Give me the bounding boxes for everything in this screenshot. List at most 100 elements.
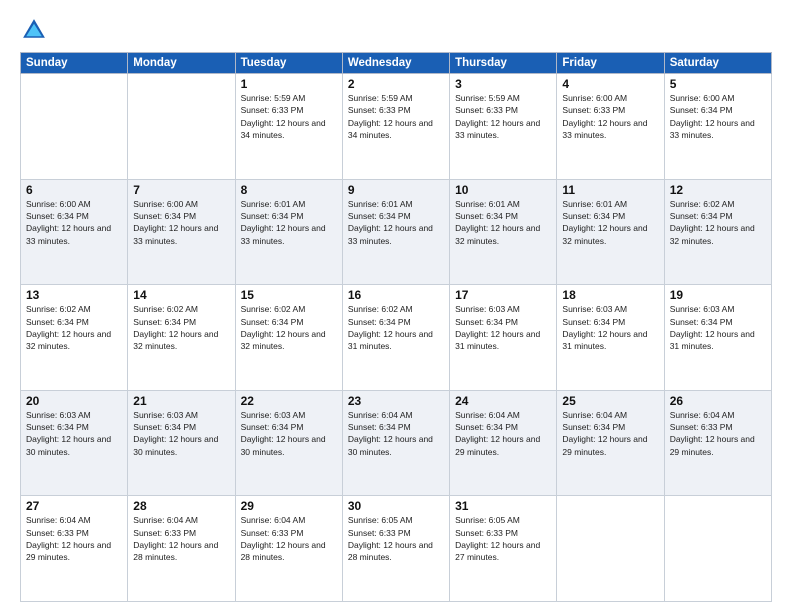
weekday-header: Sunday (21, 53, 128, 74)
day-number: 27 (26, 499, 122, 513)
calendar-cell: 21Sunrise: 6:03 AM Sunset: 6:34 PM Dayli… (128, 390, 235, 496)
calendar-cell: 11Sunrise: 6:01 AM Sunset: 6:34 PM Dayli… (557, 179, 664, 285)
day-number: 14 (133, 288, 229, 302)
day-number: 30 (348, 499, 444, 513)
day-info: Sunrise: 6:04 AM Sunset: 6:33 PM Dayligh… (133, 514, 229, 563)
day-info: Sunrise: 6:00 AM Sunset: 6:34 PM Dayligh… (670, 92, 766, 141)
weekday-header: Wednesday (342, 53, 449, 74)
day-number: 22 (241, 394, 337, 408)
day-number: 15 (241, 288, 337, 302)
calendar-cell: 10Sunrise: 6:01 AM Sunset: 6:34 PM Dayli… (450, 179, 557, 285)
day-info: Sunrise: 6:04 AM Sunset: 6:34 PM Dayligh… (455, 409, 551, 458)
day-info: Sunrise: 6:03 AM Sunset: 6:34 PM Dayligh… (455, 303, 551, 352)
weekday-header: Thursday (450, 53, 557, 74)
day-number: 19 (670, 288, 766, 302)
calendar-cell: 14Sunrise: 6:02 AM Sunset: 6:34 PM Dayli… (128, 285, 235, 391)
calendar-cell: 1Sunrise: 5:59 AM Sunset: 6:33 PM Daylig… (235, 74, 342, 180)
calendar-week-row: 13Sunrise: 6:02 AM Sunset: 6:34 PM Dayli… (21, 285, 772, 391)
weekday-header-row: SundayMondayTuesdayWednesdayThursdayFrid… (21, 53, 772, 74)
day-info: Sunrise: 6:00 AM Sunset: 6:34 PM Dayligh… (26, 198, 122, 247)
day-number: 13 (26, 288, 122, 302)
day-number: 8 (241, 183, 337, 197)
day-info: Sunrise: 6:02 AM Sunset: 6:34 PM Dayligh… (26, 303, 122, 352)
header (20, 16, 772, 44)
calendar-cell: 17Sunrise: 6:03 AM Sunset: 6:34 PM Dayli… (450, 285, 557, 391)
calendar-cell: 7Sunrise: 6:00 AM Sunset: 6:34 PM Daylig… (128, 179, 235, 285)
day-number: 5 (670, 77, 766, 91)
day-number: 3 (455, 77, 551, 91)
calendar-cell: 6Sunrise: 6:00 AM Sunset: 6:34 PM Daylig… (21, 179, 128, 285)
calendar-cell (21, 74, 128, 180)
day-info: Sunrise: 6:04 AM Sunset: 6:34 PM Dayligh… (562, 409, 658, 458)
day-info: Sunrise: 6:03 AM Sunset: 6:34 PM Dayligh… (133, 409, 229, 458)
calendar-week-row: 6Sunrise: 6:00 AM Sunset: 6:34 PM Daylig… (21, 179, 772, 285)
day-info: Sunrise: 6:05 AM Sunset: 6:33 PM Dayligh… (455, 514, 551, 563)
calendar-week-row: 1Sunrise: 5:59 AM Sunset: 6:33 PM Daylig… (21, 74, 772, 180)
day-info: Sunrise: 6:04 AM Sunset: 6:33 PM Dayligh… (241, 514, 337, 563)
day-number: 2 (348, 77, 444, 91)
day-number: 7 (133, 183, 229, 197)
calendar-cell: 19Sunrise: 6:03 AM Sunset: 6:34 PM Dayli… (664, 285, 771, 391)
calendar-cell: 18Sunrise: 6:03 AM Sunset: 6:34 PM Dayli… (557, 285, 664, 391)
day-number: 11 (562, 183, 658, 197)
calendar-cell: 9Sunrise: 6:01 AM Sunset: 6:34 PM Daylig… (342, 179, 449, 285)
calendar-cell: 28Sunrise: 6:04 AM Sunset: 6:33 PM Dayli… (128, 496, 235, 602)
day-number: 20 (26, 394, 122, 408)
calendar-cell: 12Sunrise: 6:02 AM Sunset: 6:34 PM Dayli… (664, 179, 771, 285)
calendar-cell: 16Sunrise: 6:02 AM Sunset: 6:34 PM Dayli… (342, 285, 449, 391)
calendar-cell: 25Sunrise: 6:04 AM Sunset: 6:34 PM Dayli… (557, 390, 664, 496)
day-info: Sunrise: 6:02 AM Sunset: 6:34 PM Dayligh… (133, 303, 229, 352)
logo (20, 16, 50, 44)
calendar-cell: 8Sunrise: 6:01 AM Sunset: 6:34 PM Daylig… (235, 179, 342, 285)
day-info: Sunrise: 6:05 AM Sunset: 6:33 PM Dayligh… (348, 514, 444, 563)
day-number: 28 (133, 499, 229, 513)
day-info: Sunrise: 6:03 AM Sunset: 6:34 PM Dayligh… (241, 409, 337, 458)
calendar-week-row: 20Sunrise: 6:03 AM Sunset: 6:34 PM Dayli… (21, 390, 772, 496)
calendar-cell: 30Sunrise: 6:05 AM Sunset: 6:33 PM Dayli… (342, 496, 449, 602)
calendar-week-row: 27Sunrise: 6:04 AM Sunset: 6:33 PM Dayli… (21, 496, 772, 602)
weekday-header: Saturday (664, 53, 771, 74)
logo-icon (20, 16, 48, 44)
day-number: 4 (562, 77, 658, 91)
calendar-cell (557, 496, 664, 602)
day-info: Sunrise: 6:04 AM Sunset: 6:33 PM Dayligh… (26, 514, 122, 563)
calendar-cell: 13Sunrise: 6:02 AM Sunset: 6:34 PM Dayli… (21, 285, 128, 391)
calendar-cell: 3Sunrise: 5:59 AM Sunset: 6:33 PM Daylig… (450, 74, 557, 180)
weekday-header: Tuesday (235, 53, 342, 74)
day-number: 24 (455, 394, 551, 408)
day-number: 23 (348, 394, 444, 408)
day-info: Sunrise: 5:59 AM Sunset: 6:33 PM Dayligh… (241, 92, 337, 141)
calendar-cell: 22Sunrise: 6:03 AM Sunset: 6:34 PM Dayli… (235, 390, 342, 496)
day-number: 17 (455, 288, 551, 302)
day-number: 16 (348, 288, 444, 302)
day-info: Sunrise: 6:00 AM Sunset: 6:34 PM Dayligh… (133, 198, 229, 247)
day-number: 10 (455, 183, 551, 197)
day-info: Sunrise: 6:01 AM Sunset: 6:34 PM Dayligh… (562, 198, 658, 247)
calendar-cell: 31Sunrise: 6:05 AM Sunset: 6:33 PM Dayli… (450, 496, 557, 602)
day-info: Sunrise: 6:04 AM Sunset: 6:34 PM Dayligh… (348, 409, 444, 458)
calendar-cell: 4Sunrise: 6:00 AM Sunset: 6:33 PM Daylig… (557, 74, 664, 180)
day-number: 18 (562, 288, 658, 302)
calendar-cell: 5Sunrise: 6:00 AM Sunset: 6:34 PM Daylig… (664, 74, 771, 180)
day-info: Sunrise: 6:02 AM Sunset: 6:34 PM Dayligh… (670, 198, 766, 247)
day-info: Sunrise: 6:04 AM Sunset: 6:33 PM Dayligh… (670, 409, 766, 458)
day-info: Sunrise: 5:59 AM Sunset: 6:33 PM Dayligh… (455, 92, 551, 141)
day-info: Sunrise: 6:01 AM Sunset: 6:34 PM Dayligh… (348, 198, 444, 247)
calendar-cell: 2Sunrise: 5:59 AM Sunset: 6:33 PM Daylig… (342, 74, 449, 180)
day-info: Sunrise: 6:01 AM Sunset: 6:34 PM Dayligh… (241, 198, 337, 247)
calendar-cell: 15Sunrise: 6:02 AM Sunset: 6:34 PM Dayli… (235, 285, 342, 391)
weekday-header: Monday (128, 53, 235, 74)
day-number: 9 (348, 183, 444, 197)
calendar-cell (664, 496, 771, 602)
day-info: Sunrise: 6:03 AM Sunset: 6:34 PM Dayligh… (26, 409, 122, 458)
day-info: Sunrise: 6:03 AM Sunset: 6:34 PM Dayligh… (562, 303, 658, 352)
day-number: 21 (133, 394, 229, 408)
calendar-cell: 24Sunrise: 6:04 AM Sunset: 6:34 PM Dayli… (450, 390, 557, 496)
weekday-header: Friday (557, 53, 664, 74)
day-number: 6 (26, 183, 122, 197)
day-number: 12 (670, 183, 766, 197)
calendar-cell: 26Sunrise: 6:04 AM Sunset: 6:33 PM Dayli… (664, 390, 771, 496)
calendar-cell: 27Sunrise: 6:04 AM Sunset: 6:33 PM Dayli… (21, 496, 128, 602)
day-number: 26 (670, 394, 766, 408)
calendar-table: SundayMondayTuesdayWednesdayThursdayFrid… (20, 52, 772, 602)
